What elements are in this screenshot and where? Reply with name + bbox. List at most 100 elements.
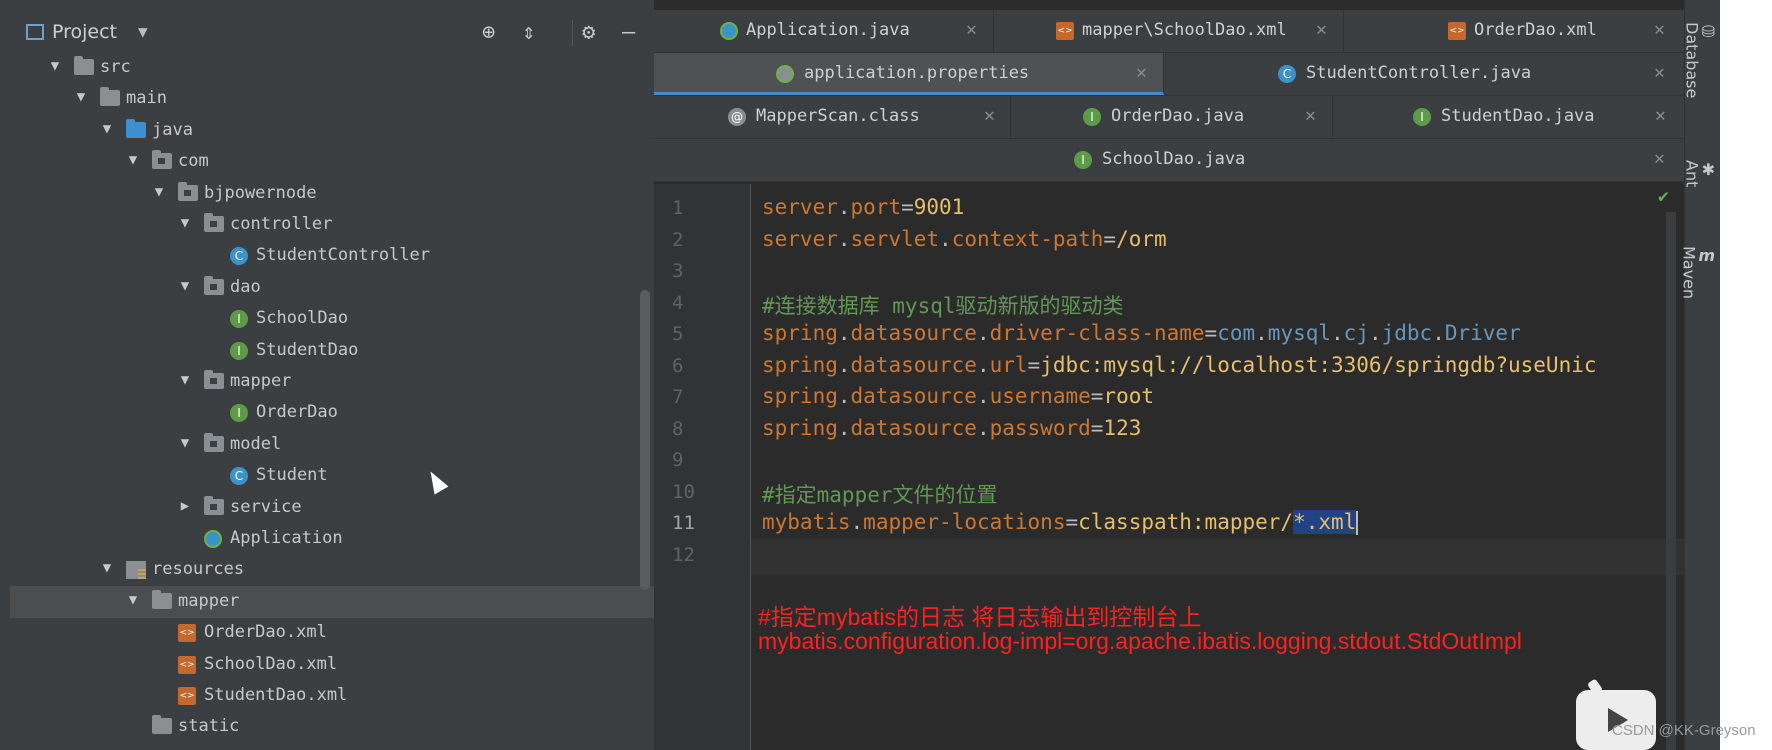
- close-icon[interactable]: ✕: [1305, 105, 1316, 126]
- code-line[interactable]: spring.datasource.username=root: [762, 384, 1154, 408]
- tab-studentcontroller-java[interactable]: C StudentController.java ✕: [1164, 53, 1684, 95]
- property-value: 123: [1103, 415, 1142, 440]
- code-line[interactable]: server.servlet.context-path=/orm: [762, 227, 1167, 251]
- tree-item-schooldao[interactable]: I SchoolDao: [10, 303, 654, 335]
- tab-mapper-schooldao-xml[interactable]: <> mapper\SchoolDao.xml ✕: [994, 10, 1344, 52]
- collapse-all-icon[interactable]: ⇕: [522, 20, 535, 45]
- current-line-highlight: [750, 539, 1684, 575]
- package-icon: [204, 370, 224, 391]
- equals-sign: =: [901, 195, 914, 219]
- ant-tool[interactable]: ✱ Ant: [1683, 160, 1715, 187]
- locate-target-icon[interactable]: ⊕: [482, 20, 495, 45]
- tree-item-label: OrderDao: [256, 402, 338, 423]
- code-line[interactable]: spring.datasource.driver-class-name=com.…: [762, 321, 1521, 345]
- tab-label: StudentDao.java: [1441, 106, 1595, 126]
- expand-arrow-icon[interactable]: ▼: [100, 121, 114, 137]
- close-icon[interactable]: ✕: [1136, 62, 1147, 83]
- tree-item-student[interactable]: C Student: [10, 460, 654, 492]
- tab-orderdao-xml[interactable]: <> OrderDao.xml ✕: [1344, 10, 1684, 52]
- tree-item-controller[interactable]: ▼ controller: [10, 209, 654, 241]
- equals-sign: =: [1027, 352, 1041, 377]
- equals-sign: =: [1090, 415, 1104, 440]
- expand-arrow-icon[interactable]: ▼: [100, 560, 114, 576]
- code-line[interactable]: server.port=9001: [762, 195, 964, 219]
- database-tool[interactable]: ⛁ Database: [1683, 22, 1715, 98]
- tree-item-main[interactable]: ▼ main: [10, 83, 654, 115]
- property-key: spring.datasource.username: [762, 384, 1091, 408]
- project-title[interactable]: Project: [52, 21, 117, 43]
- maven-tool[interactable]: m Maven: [1679, 246, 1715, 299]
- tab-studentdao-java[interactable]: I StudentDao.java ✕: [1333, 96, 1684, 138]
- code-line[interactable]: #连接数据库 mysql驱动新版的驱动类: [762, 290, 1124, 320]
- tab-label: Application.java: [746, 20, 910, 40]
- equals-sign: =: [1103, 226, 1117, 251]
- close-icon[interactable]: ✕: [984, 105, 995, 126]
- expand-arrow-icon[interactable]: ▼: [178, 215, 192, 231]
- tree-item-com[interactable]: ▼ com: [10, 146, 654, 178]
- tree-item-label: java: [152, 119, 193, 140]
- maven-icon: m: [1698, 246, 1715, 265]
- tree-item-mapper[interactable]: ▼ mapper: [10, 366, 654, 398]
- tree-item-label: bjpowernode: [204, 182, 317, 203]
- selected-text: *.xml: [1293, 510, 1357, 534]
- project-tree-scrollbar[interactable]: [640, 290, 650, 590]
- close-icon[interactable]: ✕: [1654, 148, 1665, 169]
- tab-schooldao-java[interactable]: I SchoolDao.java ✕: [654, 139, 1684, 181]
- tree-item-studentdao-xml[interactable]: <> StudentDao.xml: [10, 680, 654, 712]
- tree-item-studentcontroller[interactable]: C StudentController: [10, 240, 654, 272]
- close-icon[interactable]: ✕: [1316, 19, 1327, 40]
- collapse-arrow-icon[interactable]: ▶: [178, 498, 192, 514]
- close-icon[interactable]: ✕: [1654, 62, 1665, 83]
- code-line[interactable]: mybatis.mapper-locations=classpath:mappe…: [762, 510, 1359, 535]
- tree-item-studentdao[interactable]: I StudentDao: [10, 335, 654, 367]
- tree-item-mapper[interactable]: ▼ mapper: [10, 585, 654, 618]
- tree-item-label: Student: [256, 465, 328, 486]
- tree-item-orderdao-xml[interactable]: <> OrderDao.xml: [10, 617, 654, 649]
- expand-arrow-icon[interactable]: ▼: [126, 592, 140, 608]
- expand-arrow-icon[interactable]: ▼: [152, 184, 166, 200]
- expand-arrow-icon[interactable]: ▼: [178, 435, 192, 451]
- check-icon[interactable]: ✔: [1658, 186, 1669, 207]
- editor-scrollbar[interactable]: [1666, 212, 1676, 750]
- tree-item-application[interactable]: Application: [10, 523, 654, 555]
- tree-item-schooldao-xml[interactable]: <> SchoolDao.xml: [10, 649, 654, 681]
- tree-item-java[interactable]: ▼ java: [10, 115, 654, 147]
- expand-arrow-icon[interactable]: ▼: [74, 89, 88, 105]
- expand-arrow-icon[interactable]: ▼: [178, 372, 192, 388]
- line-number: 11: [672, 512, 695, 534]
- tree-item-service[interactable]: ▶ service: [10, 492, 654, 524]
- tree-item-bjpowernode[interactable]: ▼ bjpowernode: [10, 178, 654, 210]
- database-icon: ⛁: [1701, 22, 1715, 41]
- tree-item-label: static: [178, 716, 240, 737]
- code-line[interactable]: spring.datasource.url=jdbc:mysql://local…: [762, 353, 1597, 377]
- interface-icon: I: [1074, 151, 1092, 169]
- tree-item-src[interactable]: ▼ src: [10, 52, 654, 84]
- tree-item-model[interactable]: ▼ model: [10, 429, 654, 461]
- expand-arrow-icon[interactable]: ▼: [126, 152, 140, 168]
- line-number-gutter[interactable]: 1 2 3 4 5 6 7 8 9 10 11 12: [654, 184, 751, 750]
- property-value: root: [1103, 384, 1154, 408]
- tab-application-java[interactable]: Application.java ✕: [654, 10, 994, 52]
- tree-item-label: resources: [152, 559, 245, 580]
- expand-arrow-icon[interactable]: ▼: [178, 278, 192, 294]
- gear-icon[interactable]: ⚙: [582, 20, 595, 45]
- minimize-icon[interactable]: —: [622, 20, 635, 45]
- class-icon: C: [230, 467, 250, 486]
- chevron-down-icon[interactable]: ▼: [138, 22, 148, 41]
- expand-arrow-icon[interactable]: ▼: [48, 58, 62, 74]
- close-icon[interactable]: ✕: [1654, 19, 1665, 40]
- close-icon[interactable]: ✕: [1655, 105, 1666, 126]
- tree-item-static[interactable]: static: [10, 711, 654, 743]
- tab-orderdao-java[interactable]: I OrderDao.java ✕: [1011, 96, 1333, 138]
- tab-mapperscan-class[interactable]: @ MapperScan.class ✕: [654, 96, 1011, 138]
- tree-item-dao[interactable]: ▼ dao: [10, 272, 654, 304]
- tree-item-resources[interactable]: ▼ resources: [10, 554, 654, 586]
- watermark: CSDN @KK-Greyson: [1612, 722, 1756, 739]
- code-line[interactable]: spring.datasource.password=123: [762, 416, 1141, 440]
- property-value: classpath:mapper/: [1078, 510, 1294, 534]
- tree-item-orderdao[interactable]: I OrderDao: [10, 397, 654, 429]
- resources-folder-icon: [126, 561, 146, 580]
- close-icon[interactable]: ✕: [966, 19, 977, 40]
- code-line[interactable]: #指定mapper文件的位置: [762, 479, 998, 509]
- tab-application-properties[interactable]: application.properties ✕: [654, 53, 1164, 95]
